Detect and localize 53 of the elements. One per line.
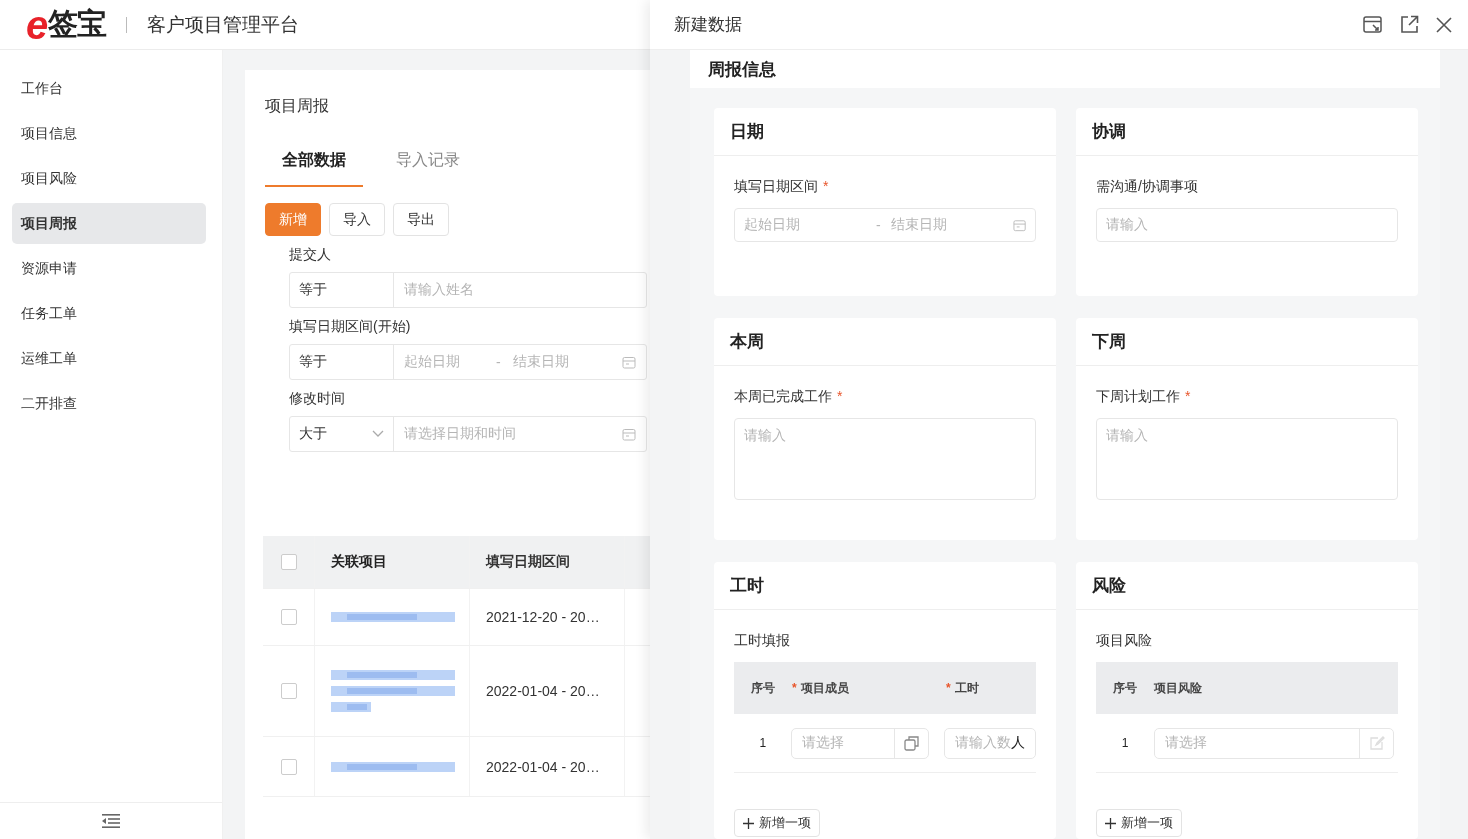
sidebar-item[interactable]: 项目风险 [12,158,206,199]
column-header: 填写日期区间 [486,553,570,571]
card-title: 日期 [714,108,1056,156]
logo: e签宝 [26,4,107,45]
table-cell: 2022-01-04 - 20… [486,683,600,699]
required-mark: * [1185,388,1191,404]
required-mark: * [823,178,829,194]
card-title: 本周 [714,318,1056,366]
field-label: 项目风险 [1096,632,1152,648]
field-label: 填写日期区间 [734,178,818,194]
filter-label: 提交人 [289,246,332,264]
required-mark: * [837,388,843,404]
sidebar-item[interactable]: 工作台 [12,68,206,109]
field-label: 工时填报 [734,632,790,648]
unit-label: 人 [1011,734,1025,752]
sidebar-item[interactable]: 项目周报 [12,203,206,244]
tab[interactable]: 导入记录 [379,140,477,187]
field-label: 下周计划工作 [1096,388,1180,404]
tab[interactable]: 全部数据 [265,140,363,187]
add-item-button[interactable]: 新增一项 [734,809,820,837]
card-title: 下周 [1076,318,1418,366]
sidebar-item[interactable]: 资源申请 [12,248,206,289]
column-header: 工时 [954,679,979,697]
page-title: 项目周报 [265,96,330,116]
action-button[interactable]: 导入 [329,203,385,236]
section-title: 周报信息 [690,50,1440,88]
required-mark: * [946,681,951,695]
required-mark: * [792,681,797,695]
card-title: 协调 [1076,108,1418,156]
row-number: 1 [759,736,767,750]
column-header: 关联项目 [331,553,387,571]
column-header: 序号 [1113,679,1137,697]
drawer-title: 新建数据 [674,14,742,36]
app-title: 客户项目管理平台 [147,12,300,37]
card-title: 风险 [1076,562,1418,610]
filter-label: 填写日期区间(开始) [289,318,412,336]
action-button[interactable]: 导出 [393,203,449,236]
sidebar-item[interactable]: 二开排查 [12,383,206,424]
sidebar-item[interactable]: 项目信息 [12,113,206,154]
sidebar-item[interactable]: 任务工单 [12,293,206,334]
hours-field[interactable]: 请输入数人 [944,727,1036,759]
column-header: 序号 [751,679,775,697]
row-number: 1 [1121,736,1129,750]
card-title: 工时 [714,562,1056,610]
column-header: 项目风险 [1154,679,1202,697]
filter-label: 修改时间 [289,390,346,408]
field-label: 需沟通/协调事项 [1096,178,1198,194]
add-item-button[interactable]: 新增一项 [1096,809,1182,837]
column-header: 项目成员 [800,679,849,697]
field-label: 本周已完成工作 [734,388,832,404]
table-cell: 2021-12-20 - 20… [486,609,600,625]
sidebar-item[interactable]: 运维工单 [12,338,206,379]
table-cell: 2022-01-04 - 20… [486,758,600,775]
